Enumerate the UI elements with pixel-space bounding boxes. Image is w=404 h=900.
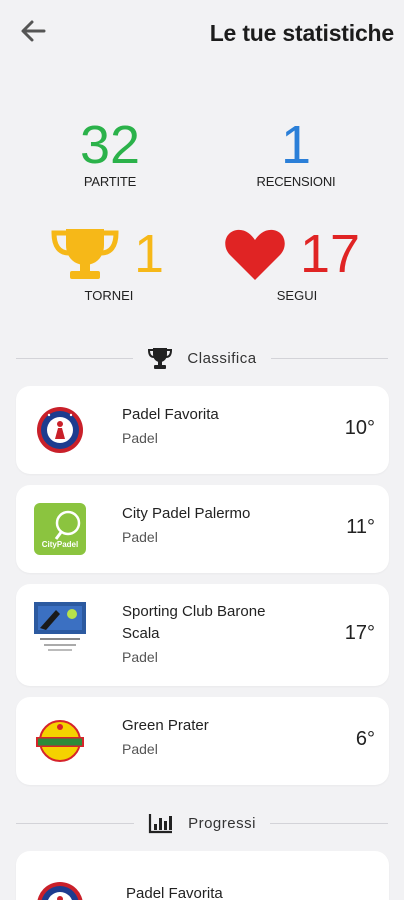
club-logo-city-padel: CityPadel (34, 503, 86, 555)
club-name: Green Prater (122, 717, 209, 734)
back-button[interactable] (16, 16, 50, 46)
stat-partite-label: PARTITE (83, 174, 137, 189)
bar-chart-icon (148, 814, 173, 834)
section-classifica-label: Classifica (187, 349, 257, 367)
divider-line (269, 822, 389, 824)
ranking-card[interactable]: Padel Favorita Padel 10° (16, 386, 389, 474)
club-rank: 11° (346, 516, 375, 538)
stat-segui-value: 17 (300, 224, 361, 284)
arrow-left-icon (21, 20, 46, 42)
stat-recensioni: 1 RECENSIONI (236, 118, 356, 189)
club-name: City Padel Palermo (122, 505, 251, 522)
club-logo-padel-favorita (34, 879, 86, 900)
club-name: Sporting Club Barone Scala (122, 603, 266, 642)
stat-tornei-value: 1 (134, 224, 165, 284)
club-sport: Padel (122, 649, 158, 665)
stat-tornei: 1 (50, 225, 164, 283)
stat-partite-value: 32 (79, 115, 141, 175)
divider-line (16, 357, 134, 359)
header-bar: Le tue statistiche (0, 0, 404, 70)
trophy-icon (148, 348, 173, 369)
club-sport: Padel (122, 430, 158, 446)
heart-icon (225, 229, 285, 280)
stat-recensioni-value: 1 (280, 115, 312, 175)
club-sport: Padel (122, 529, 158, 545)
progress-card[interactable]: Padel Favorita (16, 851, 389, 900)
club-rank: 17° (344, 622, 375, 644)
page-title: Le tue statistiche (209, 20, 394, 46)
stat-recensioni-label: RECENSIONI (256, 174, 336, 189)
city-padel-logo-text: CityPadel (42, 540, 78, 549)
ranking-card[interactable]: Sporting Club Barone Scala Padel 17° (16, 584, 389, 686)
section-progressi-label: Progressi (188, 814, 256, 832)
divider-line (16, 822, 135, 824)
stat-segui: 17 (224, 225, 360, 283)
club-rank: 10° (344, 417, 375, 439)
club-name: Padel Favorita (122, 406, 219, 423)
section-classifica: Classifica (16, 345, 388, 371)
divider-line (270, 357, 388, 359)
ranking-card[interactable]: CityPadel City Padel Palermo Padel 11° (16, 485, 389, 573)
club-logo-sporting-club (34, 602, 86, 654)
ranking-card[interactable]: Green Prater Padel 6° (16, 697, 389, 785)
club-logo-padel-favorita (34, 404, 86, 456)
club-sport: Padel (122, 741, 158, 757)
section-progressi: Progressi (16, 810, 389, 836)
club-name: Padel Favorita (126, 885, 223, 900)
stat-partite: 32 PARTITE (55, 118, 165, 189)
trophy-icon (51, 229, 119, 279)
club-logo-green-prater (34, 715, 86, 767)
stat-tornei-label: TORNEI (84, 288, 134, 303)
stat-segui-label: SEGUI (276, 288, 318, 303)
club-rank: 6° (355, 728, 375, 750)
